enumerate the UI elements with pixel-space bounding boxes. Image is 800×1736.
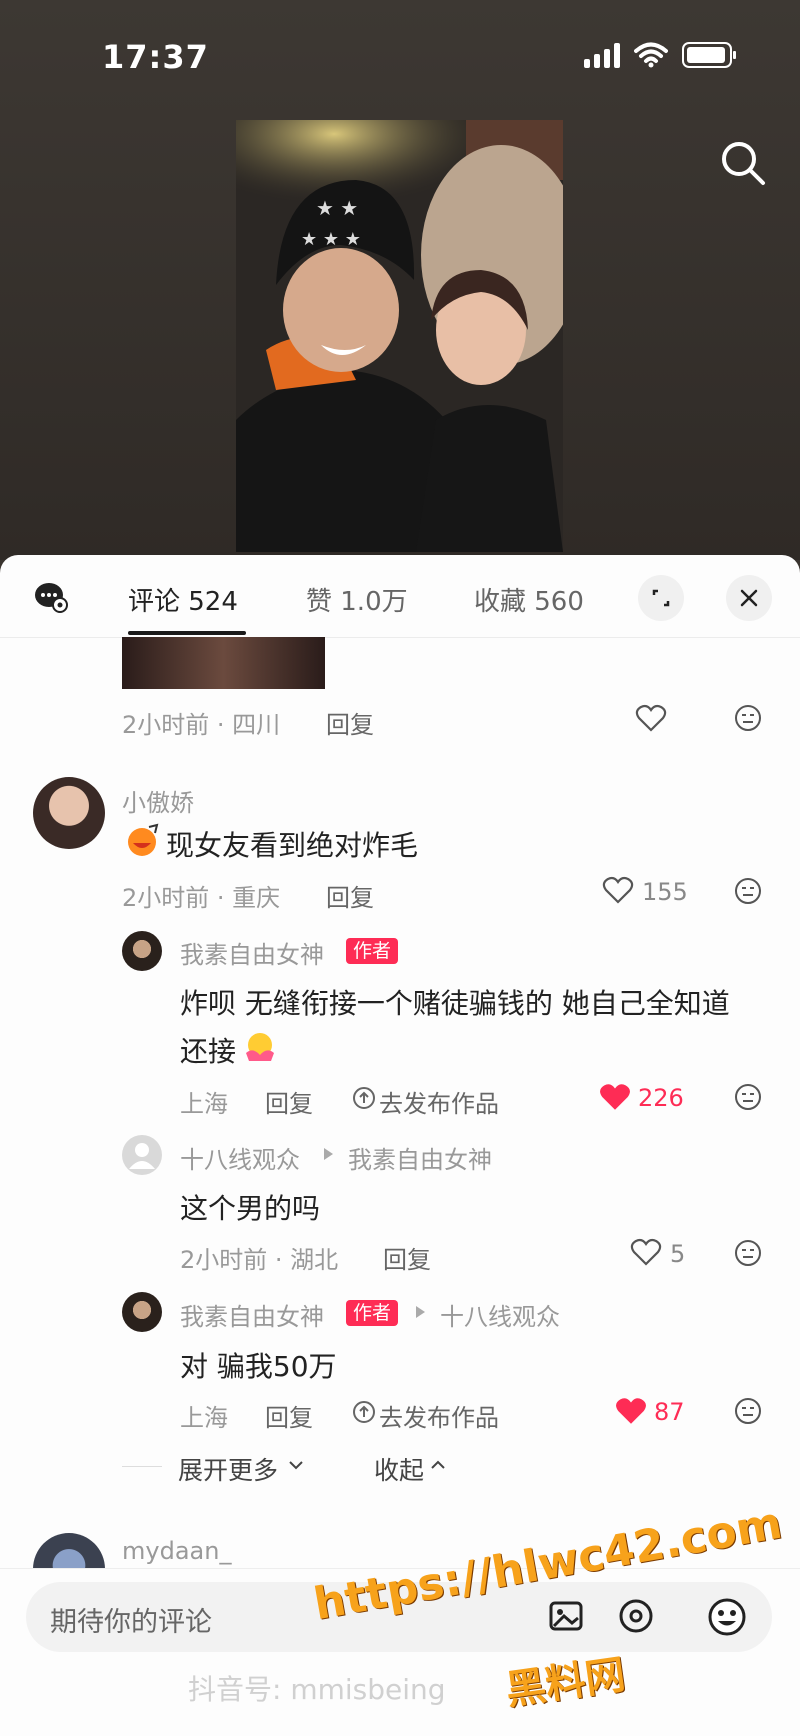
dislike-icon[interactable] — [734, 1239, 762, 1267]
heart-filled-icon[interactable] — [614, 1395, 648, 1427]
reply-meta: 2小时前 · 湖北 — [180, 1246, 339, 1274]
reply-to-username[interactable]: 我素自由女神 — [348, 1140, 492, 1175]
search-icon[interactable] — [718, 138, 768, 188]
reply-button[interactable]: 回复 — [265, 1084, 313, 1119]
reply-text-line2: 还接 — [180, 1035, 237, 1068]
heart-icon[interactable] — [602, 875, 634, 905]
dislike-icon[interactable] — [734, 1397, 762, 1425]
heart-icon[interactable] — [635, 703, 667, 733]
reply-username[interactable]: 我素自由女神 — [180, 1297, 324, 1332]
comment-text: 现女友看到绝对炸毛 — [166, 829, 419, 862]
tab-favorites[interactable]: 收藏 560 — [474, 581, 584, 618]
chevron-down-icon[interactable] — [288, 1459, 304, 1471]
reply-text: 这个男的吗 — [180, 1192, 321, 1225]
video-frame[interactable]: ★ ★ ★ ★ ★ — [236, 120, 563, 552]
reply-button[interactable]: 回复 — [265, 1398, 313, 1433]
hug-emoji-icon — [246, 1033, 274, 1061]
chevron-up-icon[interactable] — [430, 1459, 446, 1471]
emoji-icon — [128, 823, 159, 856]
expand-icon — [652, 589, 670, 607]
like-count: 226 — [638, 1084, 684, 1112]
signal-icon — [584, 42, 620, 68]
close-button[interactable] — [726, 575, 772, 621]
svg-text:★ ★: ★ ★ — [316, 196, 358, 220]
reply-username[interactable]: 我素自由女神 — [180, 935, 324, 970]
dislike-icon[interactable] — [734, 1083, 762, 1111]
mention-icon[interactable] — [616, 1596, 656, 1636]
like-count: 5 — [670, 1240, 686, 1268]
douyin-watermark: 抖音号: mmisbeing — [188, 1673, 446, 1706]
reply-button[interactable]: 回复 — [326, 878, 374, 913]
expand-more-button[interactable]: 展开更多 — [178, 1451, 278, 1487]
comment-meta: 2小时前 · 重庆 — [122, 884, 281, 912]
expand-button[interactable] — [638, 575, 684, 621]
tab-comments[interactable]: 评论 524 — [128, 581, 238, 618]
status-time: 17:37 — [102, 38, 209, 76]
wifi-icon — [634, 42, 668, 68]
reply-text: 炸呗 无缝衔接一个赌徒骗钱的 她自己全知道 — [180, 987, 730, 1020]
avatar[interactable] — [122, 931, 162, 971]
reply-text: 对 骗我50万 — [180, 1350, 337, 1383]
reply-button[interactable]: 回复 — [326, 705, 374, 740]
comment-input-placeholder: 期待你的评论 — [50, 1607, 212, 1638]
reply-meta: 上海 — [180, 1404, 228, 1432]
like-count: 87 — [654, 1398, 685, 1426]
user-icon — [129, 1143, 155, 1169]
reply-username[interactable]: 十八线观众 — [180, 1140, 300, 1175]
active-tab-indicator — [128, 631, 246, 635]
dislike-icon[interactable] — [734, 877, 762, 905]
chat-icon[interactable] — [34, 581, 68, 613]
reply-arrow-icon — [416, 1306, 425, 1318]
image-icon[interactable] — [546, 1596, 586, 1636]
battery-icon — [682, 42, 736, 68]
avatar[interactable] — [122, 1292, 162, 1332]
default-avatar[interactable] — [122, 1135, 162, 1175]
comment-meta: 2小时前 · 四川 — [122, 711, 281, 739]
like-count: 155 — [642, 878, 688, 906]
heart-icon[interactable] — [630, 1237, 662, 1267]
tab-likes[interactable]: 赞 1.0万 — [306, 581, 408, 618]
publish-link[interactable]: 去发布作品 — [379, 1398, 499, 1433]
reply-button[interactable]: 回复 — [383, 1240, 431, 1275]
avatar[interactable] — [33, 777, 105, 849]
reply-arrow-icon — [324, 1148, 333, 1160]
reply-to-username[interactable]: 十八线观众 — [440, 1297, 560, 1332]
video-background: 17:37 ★ ★ ★ ★ ★ — [0, 0, 800, 560]
comment-tabs: 评论 524 赞 1.0万 收藏 560 — [0, 555, 800, 638]
author-badge: 作者 — [346, 938, 399, 964]
svg-text:★ ★ ★: ★ ★ ★ — [301, 229, 361, 250]
comment-image[interactable] — [122, 637, 325, 689]
collapse-button[interactable]: 收起 — [374, 1451, 424, 1487]
video-photo: ★ ★ ★ ★ ★ — [236, 120, 563, 552]
upload-icon[interactable] — [352, 1400, 376, 1424]
comment-username[interactable]: mydaan_ — [122, 1537, 231, 1565]
comment-username[interactable]: 小傲娇 — [122, 783, 194, 818]
publish-link[interactable]: 去发布作品 — [379, 1084, 499, 1119]
status-icons — [584, 42, 736, 68]
emoji-picker-icon[interactable] — [706, 1596, 748, 1638]
dislike-icon[interactable] — [734, 704, 762, 732]
author-badge: 作者 — [346, 1300, 399, 1326]
divider-line — [122, 1466, 162, 1467]
upload-icon[interactable] — [352, 1086, 376, 1110]
reply-meta: 上海 — [180, 1090, 228, 1118]
close-icon — [740, 589, 758, 607]
heart-filled-icon[interactable] — [598, 1081, 632, 1113]
